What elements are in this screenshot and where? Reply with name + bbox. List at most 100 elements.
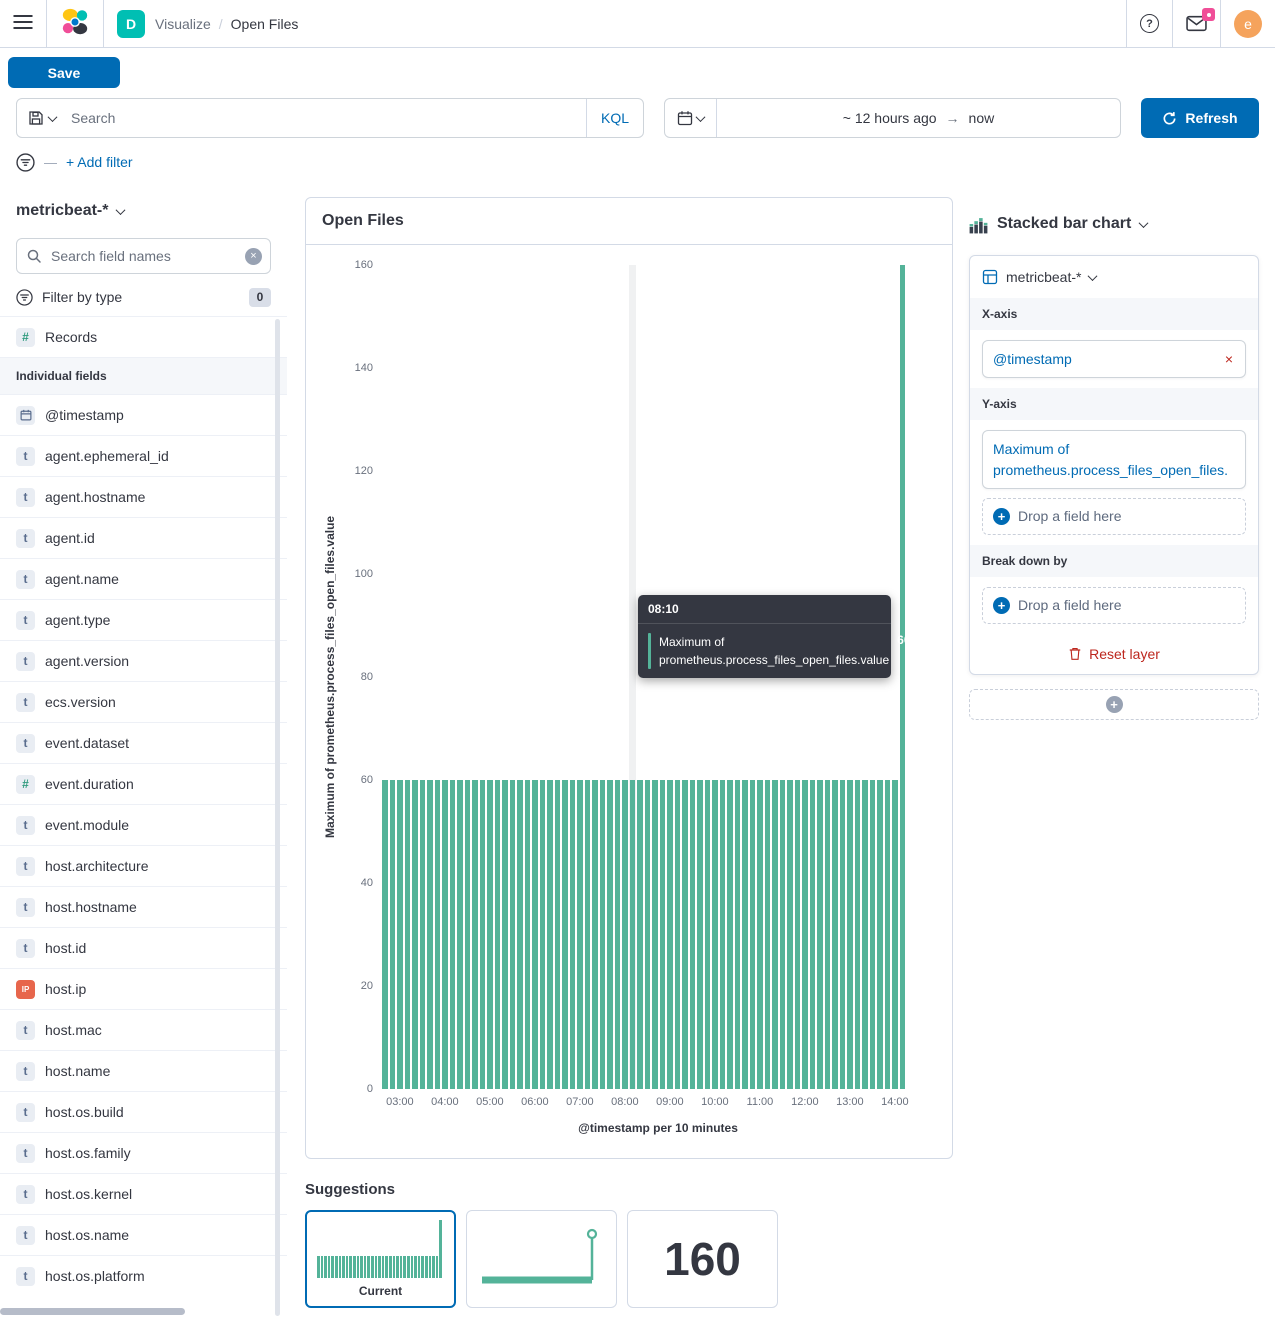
field-search-input[interactable]	[16, 238, 271, 274]
add-layer-button[interactable]: +	[969, 689, 1259, 720]
filter-by-type-button[interactable]: Filter by type 0	[0, 284, 287, 310]
breadcrumb-visualize[interactable]: Visualize	[155, 16, 211, 32]
field-item-ecs.version[interactable]: tecs.version	[0, 681, 287, 722]
field-item-event.dataset[interactable]: tevent.dataset	[0, 722, 287, 763]
chart-bar[interactable]	[825, 780, 831, 1089]
suggestion-metric[interactable]: 160	[627, 1210, 778, 1308]
refresh-button[interactable]: Refresh	[1141, 98, 1259, 138]
chart-bar[interactable]	[765, 780, 771, 1089]
chart-bar[interactable]	[772, 780, 778, 1089]
sidebar-scrollbar[interactable]	[275, 319, 280, 1316]
chart-bar[interactable]	[495, 780, 501, 1089]
field-item-host.os.build[interactable]: thost.os.build	[0, 1091, 287, 1132]
chart-bar[interactable]	[592, 780, 598, 1089]
chart-bar[interactable]	[900, 265, 906, 1089]
chart-bar[interactable]	[510, 780, 516, 1089]
kql-button[interactable]: KQL	[586, 99, 643, 137]
field-item-agent.ephemeral_id[interactable]: tagent.ephemeral_id	[0, 435, 287, 476]
chart-bar[interactable]	[382, 780, 388, 1089]
chart-bar[interactable]	[465, 780, 471, 1089]
chart-bar[interactable]	[637, 780, 643, 1089]
chart-bar[interactable]	[787, 780, 793, 1089]
chart-bar[interactable]	[712, 780, 718, 1089]
chart-bar[interactable]	[450, 780, 456, 1089]
chart-bar[interactable]	[750, 780, 756, 1089]
index-pattern-switcher[interactable]: metricbeat-*	[0, 197, 287, 225]
chart-bar[interactable]	[742, 780, 748, 1089]
field-item-host.hostname[interactable]: thost.hostname	[0, 886, 287, 927]
chart-bar[interactable]	[802, 780, 808, 1089]
chart-bar[interactable]	[532, 780, 538, 1089]
chart-bar[interactable]	[547, 780, 553, 1089]
chart-bar[interactable]	[412, 780, 418, 1089]
chart-bar[interactable]	[757, 780, 763, 1089]
chart-bar[interactable]	[472, 780, 478, 1089]
field-item-host.mac[interactable]: thost.mac	[0, 1009, 287, 1050]
chart-bar[interactable]	[480, 780, 486, 1089]
chart-bar[interactable]	[555, 780, 561, 1089]
chart-bar[interactable]	[585, 780, 591, 1089]
field-item-agent.id[interactable]: tagent.id	[0, 517, 287, 558]
chart-type-selector[interactable]: Stacked bar chart	[969, 209, 1259, 239]
chart-bar[interactable]	[487, 780, 493, 1089]
search-input[interactable]	[67, 99, 586, 137]
field-item-agent.hostname[interactable]: tagent.hostname	[0, 476, 287, 517]
save-button[interactable]: Save	[8, 57, 120, 88]
chart-bar[interactable]	[397, 780, 403, 1089]
chart-bar[interactable]	[870, 780, 876, 1089]
chart-bar[interactable]	[622, 780, 628, 1089]
layer-index-pattern[interactable]: metricbeat-*	[970, 256, 1258, 298]
field-item-agent.type[interactable]: tagent.type	[0, 599, 287, 640]
chart-bar[interactable]	[682, 780, 688, 1089]
chart-bar[interactable]	[577, 780, 583, 1089]
chart-bar[interactable]	[832, 780, 838, 1089]
chart-bar[interactable]	[840, 780, 846, 1089]
chart-bar[interactable]	[405, 780, 411, 1089]
field-item-@timestamp[interactable]: @timestamp	[0, 394, 287, 435]
suggestion-current[interactable]: Current	[305, 1210, 456, 1308]
chart-bar[interactable]	[442, 780, 448, 1089]
chart-bar[interactable]	[570, 780, 576, 1089]
break-down-drop-target[interactable]: + Drop a field here	[982, 587, 1246, 624]
chart-bar[interactable]	[877, 780, 883, 1089]
chart-bar[interactable]	[705, 780, 711, 1089]
chart-bar[interactable]	[735, 780, 741, 1089]
field-item-host.architecture[interactable]: thost.architecture	[0, 845, 287, 886]
chart-bar[interactable]	[540, 780, 546, 1089]
time-range-display[interactable]: ~ 12 hours ago → now	[717, 99, 1120, 137]
chart-bar[interactable]	[697, 780, 703, 1089]
saved-query-button[interactable]	[17, 99, 67, 137]
chart-bar[interactable]	[690, 780, 696, 1089]
chart-bar[interactable]	[457, 780, 463, 1089]
chart-bar[interactable]	[645, 780, 651, 1089]
remove-x-dimension-button[interactable]: ×	[1223, 352, 1235, 366]
chart-bar[interactable]	[525, 780, 531, 1089]
field-item-records[interactable]: # Records	[0, 316, 287, 357]
field-item-event.module[interactable]: tevent.module	[0, 804, 287, 845]
field-item-host.name[interactable]: thost.name	[0, 1050, 287, 1091]
chart-bar[interactable]	[810, 780, 816, 1089]
field-item-agent.name[interactable]: tagent.name	[0, 558, 287, 599]
date-picker-button[interactable]	[665, 99, 717, 137]
chart-bar[interactable]	[420, 780, 426, 1089]
chart-bar[interactable]	[855, 780, 861, 1089]
user-avatar[interactable]: e	[1234, 10, 1262, 38]
chart-bar[interactable]	[502, 780, 508, 1089]
field-item-host.os.kernel[interactable]: thost.os.kernel	[0, 1173, 287, 1214]
chart-bar[interactable]	[667, 780, 673, 1089]
clear-field-search-button[interactable]: ×	[245, 248, 262, 265]
chart-bar[interactable]	[607, 780, 613, 1089]
horizontal-scrollbar[interactable]	[0, 1308, 185, 1315]
chart-bar[interactable]	[727, 780, 733, 1089]
chart-bar[interactable]	[600, 780, 606, 1089]
chart-bar[interactable]	[615, 780, 621, 1089]
space-badge[interactable]: D	[117, 10, 145, 38]
time-range-to[interactable]: now	[969, 110, 995, 126]
reset-layer-button[interactable]: Reset layer	[1068, 646, 1160, 662]
chart-bar[interactable]	[517, 780, 523, 1089]
suggestion-line-chart[interactable]	[466, 1210, 617, 1308]
field-item-agent.version[interactable]: tagent.version	[0, 640, 287, 681]
y-axis-drop-target[interactable]: + Drop a field here	[982, 498, 1246, 535]
chart-bar[interactable]	[862, 780, 868, 1089]
field-item-event.duration[interactable]: #event.duration	[0, 763, 287, 804]
